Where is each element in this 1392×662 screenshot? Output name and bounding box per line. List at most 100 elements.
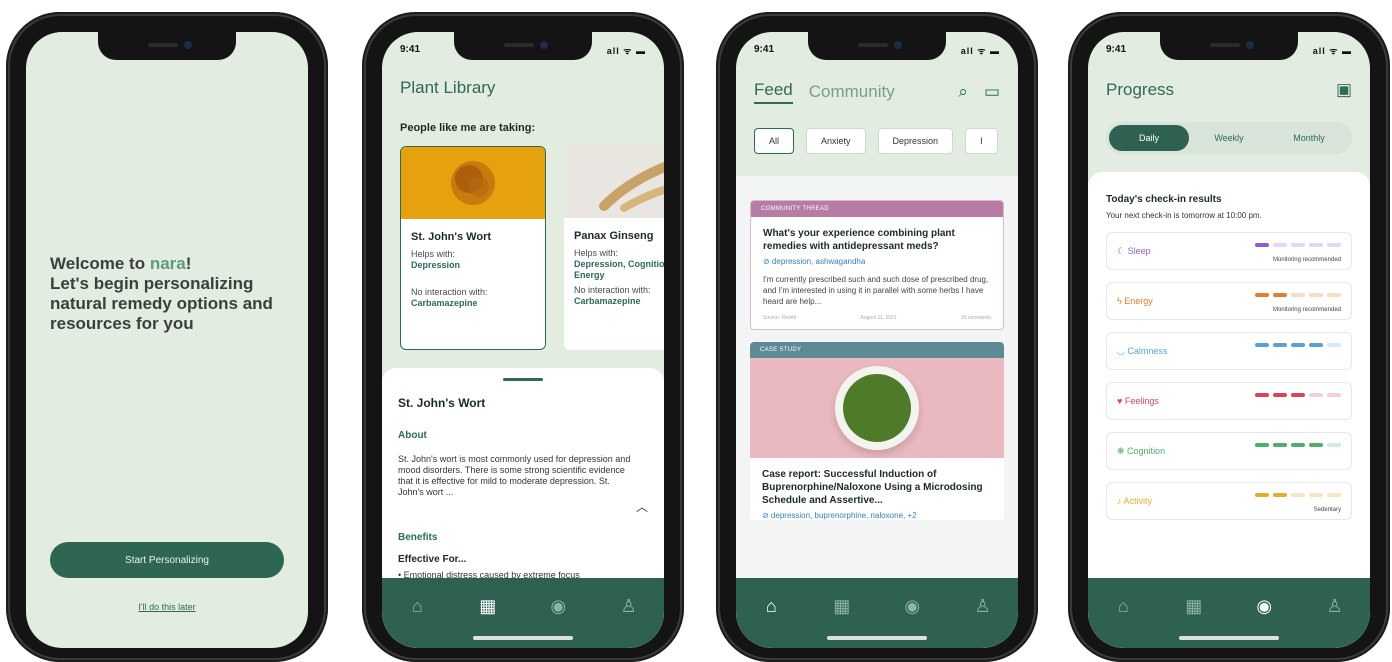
feed-header: Feed Community ⌕ ▭: [754, 80, 1000, 104]
metric-calmness[interactable]: ◡ Calmness: [1106, 332, 1352, 370]
level-bar: [1255, 443, 1341, 447]
cup-icon: ◡: [1117, 345, 1128, 356]
grid-icon[interactable]: ▦: [830, 594, 854, 618]
profile-icon[interactable]: ♙: [1323, 594, 1347, 618]
segment-weekly[interactable]: Weekly: [1189, 125, 1269, 151]
start-personalizing-button[interactable]: Start Personalizing: [50, 542, 284, 578]
chip-depression[interactable]: Depression: [877, 128, 954, 154]
search-icon[interactable]: ⌕: [958, 82, 968, 102]
level-bar: [1255, 393, 1341, 397]
level-segment: [1255, 493, 1269, 497]
level-segment: [1309, 493, 1323, 497]
metric-sleep[interactable]: ☾ Sleep Monitoring recommended: [1106, 232, 1352, 270]
level-segment: [1255, 293, 1269, 297]
section-subtitle: People like me are taking:: [400, 122, 536, 134]
about-label: About: [398, 430, 427, 441]
brain-icon: ❋: [1117, 445, 1128, 456]
case-tags[interactable]: ⊘ depression, buprenorphine, naloxone, +…: [762, 511, 992, 520]
level-segment: [1273, 293, 1287, 297]
notch: [1160, 32, 1298, 60]
level-segment: [1327, 393, 1341, 397]
thread-body: I'm currently prescribed such and such d…: [763, 275, 989, 306]
level-segment: [1291, 493, 1305, 497]
plant-card[interactable]: Panax Ginseng Helps with: Depression, Co…: [564, 146, 664, 350]
tab-bar: ⌂ ▦ ◉ ♙: [736, 578, 1018, 648]
page-title: Progress: [1106, 80, 1175, 99]
profile-icon[interactable]: ♙: [617, 594, 641, 618]
plant-card[interactable]: St. John's Wort Helps with: Depression N…: [400, 146, 546, 350]
tab-feed[interactable]: Feed: [754, 80, 793, 104]
detail-title: St. John's Wort: [398, 396, 486, 410]
chat-icon[interactable]: ▭: [984, 82, 1000, 102]
case-card[interactable]: CASE STUDY Case report: Successful Induc…: [750, 342, 1004, 520]
tab-bar: ⌂ ▦ ◉ ♙: [1088, 578, 1370, 648]
level-segment: [1327, 493, 1341, 497]
segment-daily[interactable]: Daily: [1109, 125, 1189, 151]
welcome-screen: Welcome to nara! Let's begin personalizi…: [26, 32, 308, 648]
calendar-icon[interactable]: ▣: [1336, 80, 1352, 100]
chip-more[interactable]: I: [965, 128, 998, 154]
metric-note: Monitoring recommended: [1272, 307, 1341, 313]
profile-icon[interactable]: ♙: [971, 594, 995, 618]
checkin-panel: Today's check-in results Your next check…: [1088, 172, 1370, 648]
metric-note: Sedentary: [1313, 507, 1341, 513]
chip-anxiety[interactable]: Anxiety: [806, 128, 866, 154]
metric-label: ϟ Energy: [1117, 296, 1153, 306]
thread-tags[interactable]: ⊘ depression, ashwagandha: [763, 257, 991, 266]
level-segment: [1255, 443, 1269, 447]
metric-list: ☾ Sleep Monitoring recommended ϟ Energy Mon…: [1106, 232, 1352, 520]
level-segment: [1273, 393, 1287, 397]
notch: [808, 32, 946, 60]
welcome-message: Welcome to nara! Let's begin personalizi…: [50, 254, 273, 333]
grid-icon[interactable]: ▦: [1182, 594, 1206, 618]
thread-card[interactable]: COMMUNITY THREAD What's your experience …: [750, 200, 1004, 330]
home-icon[interactable]: ⌂: [759, 594, 783, 618]
benefits-label: Benefits: [398, 532, 438, 543]
tab-bar: ⌂ ▦ ◉ ♙: [382, 578, 664, 648]
level-segment: [1309, 293, 1323, 297]
metric-feelings[interactable]: ♥ Feelings: [1106, 382, 1352, 420]
page-title: Plant Library: [400, 78, 496, 97]
level-segment: [1291, 243, 1305, 247]
grid-icon[interactable]: ▦: [476, 594, 500, 618]
level-segment: [1291, 443, 1305, 447]
level-bar: [1255, 493, 1341, 497]
level-segment: [1291, 293, 1305, 297]
target-icon[interactable]: ◉: [900, 594, 924, 618]
brand-name: nara: [149, 254, 186, 273]
level-segment: [1327, 293, 1341, 297]
home-indicator: [1179, 636, 1279, 640]
home-icon[interactable]: ⌂: [405, 594, 429, 618]
about-text: St. John's wort is most commonly used fo…: [398, 454, 631, 497]
skip-link[interactable]: I'll do this later: [26, 602, 308, 612]
level-segment: [1291, 343, 1305, 347]
chevron-up-icon[interactable]: ︿: [636, 498, 648, 515]
metric-activity[interactable]: ♪ Activity Sedentary: [1106, 482, 1352, 520]
target-icon[interactable]: ◉: [546, 594, 570, 618]
level-bar: [1255, 293, 1341, 297]
phone-feed: 9:41 all ᯤ ▬ Feed Community ⌕ ▭ All Anxie…: [716, 12, 1038, 662]
checkin-subheading: Your next check-in is tomorrow at 10:00 …: [1106, 211, 1262, 220]
metric-label: ☾ Sleep: [1117, 245, 1151, 256]
effective-for-label: Effective For...: [398, 554, 467, 565]
target-icon[interactable]: ◉: [1252, 594, 1276, 618]
level-segment: [1309, 393, 1323, 397]
level-segment: [1309, 243, 1323, 247]
chip-all[interactable]: All: [754, 128, 795, 154]
phone-library: 9:41 all ᯤ ▬ Plant Library People like me…: [362, 12, 684, 662]
level-segment: [1327, 443, 1341, 447]
metric-energy[interactable]: ϟ Energy Monitoring recommended: [1106, 282, 1352, 320]
segment-monthly[interactable]: Monthly: [1269, 125, 1349, 151]
home-indicator: [473, 636, 573, 640]
metric-label: ◡ Calmness: [1117, 345, 1168, 356]
home-indicator: [827, 636, 927, 640]
ginseng-root-image: [564, 146, 664, 218]
library-screen: 9:41 all ᯤ ▬ Plant Library People like me…: [382, 32, 664, 648]
home-icon[interactable]: ⌂: [1111, 594, 1135, 618]
sheet-handle[interactable]: [503, 378, 543, 381]
notch: [454, 32, 592, 60]
metric-cognition[interactable]: ❋ Cognition: [1106, 432, 1352, 470]
phone-progress: 9:41 all ᯤ ▬ Progress ▣ Daily Weekly Mont…: [1068, 12, 1390, 662]
tab-community[interactable]: Community: [809, 82, 895, 102]
level-segment: [1255, 393, 1269, 397]
